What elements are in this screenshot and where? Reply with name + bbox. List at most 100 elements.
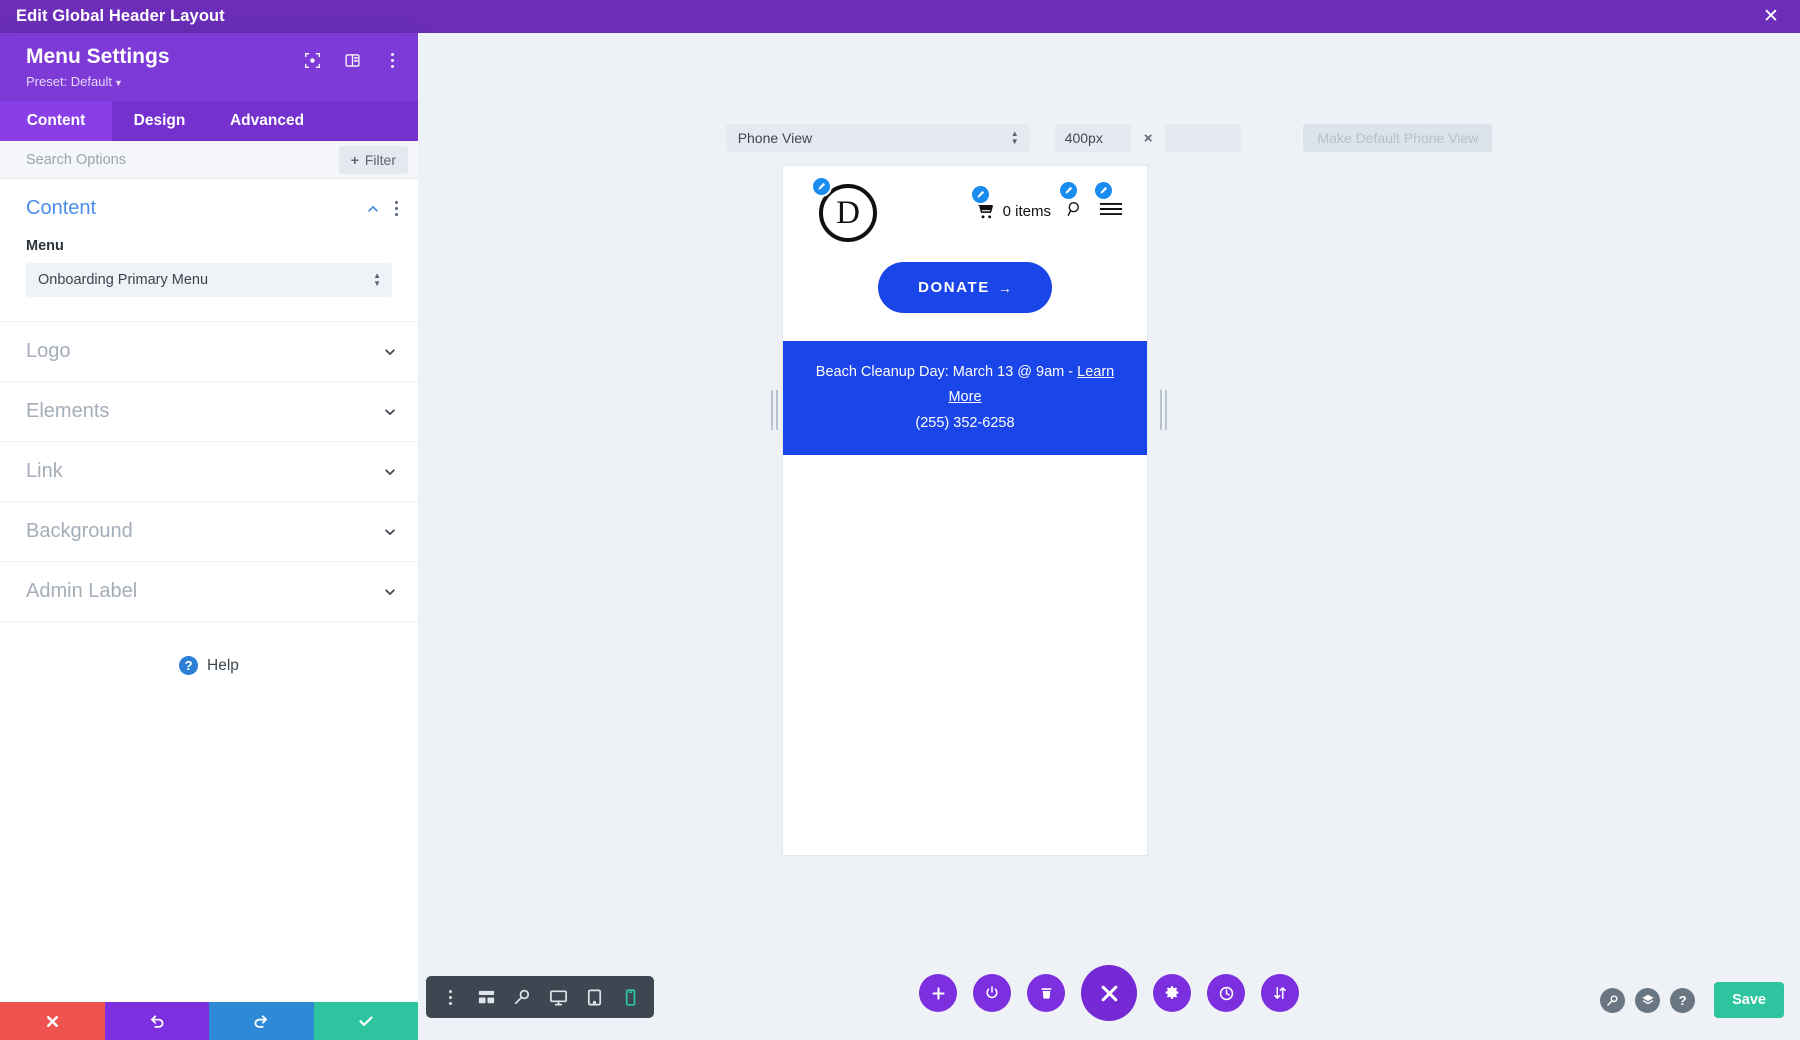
layers-icon[interactable] [1635,987,1661,1013]
section-link: Link [0,442,418,503]
settings-panel-title: Menu Settings [26,45,170,68]
banner-phone: (255) 352-6258 [915,414,1015,431]
search-button[interactable] [1060,182,1084,223]
page-body-empty-area [783,455,1147,856]
edit-pencil-icon[interactable] [813,178,830,195]
site-logo[interactable]: D [819,184,877,242]
donate-row: DONATE → [797,262,1133,313]
settings-gear-icon[interactable] [1153,974,1191,1012]
cart-widget[interactable]: 0 items [971,186,1051,221]
section-elements-title: Elements [26,400,110,423]
undo-button[interactable] [104,1002,209,1040]
close-icon[interactable]: ✕ [1758,4,1784,30]
view-mode-value: Phone View [737,130,813,146]
discard-button[interactable] [0,1002,105,1040]
viewport-toolbar: Phone View ▲ ▼ 400px × Make Default Phone… [418,124,1800,152]
section-elements: Elements [0,382,418,443]
edit-pencil-icon[interactable] [971,186,989,203]
cart-icon [976,203,993,219]
page-title: Edit Global Header Layout [16,7,225,25]
chevron-down-icon[interactable] [382,464,398,480]
search-row: + Filter [0,141,418,180]
section-background-header[interactable]: Background [0,502,418,561]
banner-text: Beach Cleanup Day: March 13 @ 9am - [815,364,1078,380]
trash-icon[interactable] [1027,974,1065,1012]
focus-target-icon[interactable] [302,50,322,70]
chevron-down-icon: ▼ [114,78,123,89]
chevron-down-icon[interactable] [382,584,398,600]
tab-advanced[interactable]: Advanced [207,101,327,141]
arrow-right-icon: → [997,279,1012,296]
canvas-right-controls: ? Save [1600,982,1784,1018]
section-content-title: Content [26,197,97,220]
chevron-up-icon[interactable] [365,201,381,217]
zoom-icon[interactable] [1600,987,1626,1013]
announcement-banner: Beach Cleanup Day: March 13 @ 9am - Lear… [783,341,1147,456]
search-input[interactable] [26,151,276,168]
settings-sections: Content Menu Onboarding Primary Menu ▲▼ [0,179,418,1002]
section-link-header[interactable]: Link [0,442,418,501]
filter-button[interactable]: + Filter [338,145,408,174]
resize-handle-left[interactable] [767,388,781,432]
power-icon[interactable] [973,974,1011,1012]
hamburger-menu-button[interactable] [1095,182,1123,223]
preset-selector[interactable]: Preset: Default ▼ [26,74,170,89]
section-options-icon[interactable] [395,201,398,217]
hamburger-icon [1099,202,1123,216]
section-elements-header[interactable]: Elements [0,382,418,441]
site-header: D 0 items DONATE → [783,166,1147,341]
divi-builder-app: Edit Global Header Layout ✕ Menu Setting… [0,0,1800,1040]
add-icon[interactable] [919,974,957,1012]
menu-field-label: Menu [26,238,64,255]
close-menu-icon[interactable] [1081,965,1137,1021]
section-link-title: Link [26,460,63,483]
section-logo-header[interactable]: Logo [0,322,418,381]
select-arrows-icon: ▲ ▼ [1010,129,1019,146]
viewport-height-input[interactable] [1165,124,1242,152]
preview-canvas: Phone View ▲ ▼ 400px × Make Default Phone… [418,33,1800,1040]
chevron-down-icon[interactable] [382,524,398,540]
section-content: Content Menu Onboarding Primary Menu ▲ ▼ [0,179,418,323]
help-label: Help [207,656,239,674]
resize-handle-right[interactable] [1156,388,1170,432]
section-admin-label-title: Admin Label [26,580,138,603]
plus-icon: + [350,151,359,168]
section-logo-title: Logo [26,340,71,363]
view-mode-select[interactable]: Phone View ▲ ▼ [725,124,1030,152]
top-bar: Edit Global Header Layout ✕ [0,0,1800,33]
more-options-icon[interactable] [382,50,402,70]
section-admin-label: Admin Label [0,562,418,623]
save-button[interactable]: Save [1714,982,1784,1018]
menu-select[interactable]: Onboarding Primary Menu ▲ ▼ [26,263,392,298]
section-content-body: Menu Onboarding Primary Menu ▲ ▼ [0,238,418,321]
dimension-separator: × [1143,129,1153,147]
edit-pencil-icon[interactable] [1095,182,1112,199]
redo-button[interactable] [209,1002,314,1040]
logo-row: D 0 items [797,178,1133,242]
phone-preview-frame: D 0 items DONATE → Beach Cleanup Day: Ma… [783,166,1147,856]
section-admin-label-header[interactable]: Admin Label [0,562,418,621]
tab-content[interactable]: Content [0,101,112,142]
panel-action-bar [0,1002,418,1040]
preset-label: Preset: Default [26,74,112,90]
history-clock-icon[interactable] [1207,974,1245,1012]
tab-design[interactable]: Design [112,101,207,141]
donate-button[interactable]: DONATE → [878,262,1052,313]
sort-arrows-icon[interactable] [1261,974,1299,1012]
help-icon: ? [179,656,199,676]
edit-pencil-icon[interactable] [1060,182,1077,199]
help-button[interactable]: ? Help [0,622,418,676]
viewport-width-input[interactable]: 400px [1054,124,1131,152]
section-background-title: Background [26,520,133,543]
chevron-down-icon[interactable] [382,344,398,360]
panel-layout-icon[interactable] [342,50,362,70]
make-default-view-button[interactable]: Make Default Phone View [1303,124,1493,152]
section-background: Background [0,502,418,563]
phone-preview-wrapper: D 0 items DONATE → Beach Cleanup Day: Ma… [783,166,1147,866]
apply-button[interactable] [313,1002,418,1040]
settings-tabs: Content Design Advanced [0,101,418,142]
section-content-header[interactable]: Content [0,179,418,238]
help-icon[interactable]: ? [1670,987,1696,1013]
chevron-down-icon[interactable] [382,404,398,420]
cart-items-label: 0 items [1002,203,1051,220]
